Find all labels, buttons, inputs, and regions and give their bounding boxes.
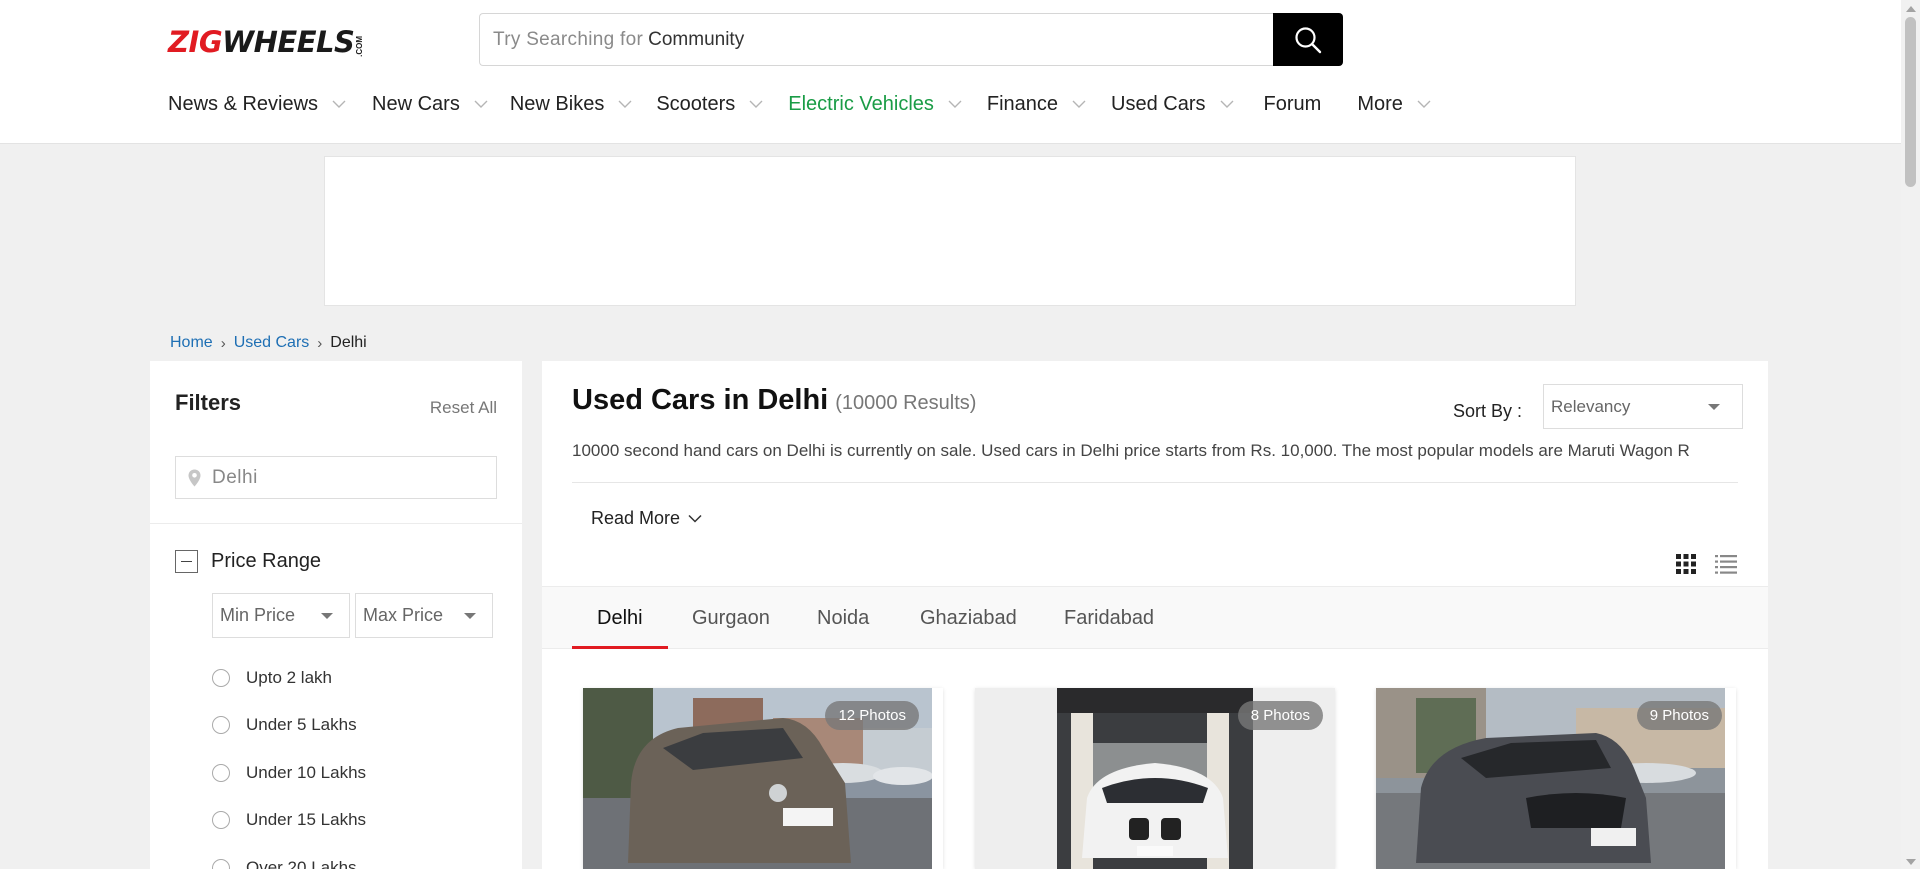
radio-icon xyxy=(212,668,230,687)
sort-select[interactable]: Relevancy xyxy=(1543,384,1743,429)
description-divider xyxy=(572,482,1738,483)
nav-new-bikes[interactable]: New Bikes xyxy=(510,93,632,116)
site-header: ZIGWHEELS .COM Try Searching for Communi… xyxy=(0,0,1901,144)
ad-banner xyxy=(324,156,1576,306)
nav-scooters[interactable]: Scooters xyxy=(656,93,763,116)
active-tab-indicator xyxy=(572,646,668,649)
location-input[interactable]: Delhi xyxy=(175,456,497,499)
price-option-radio[interactable]: Over 20 Lakhs xyxy=(212,844,366,869)
price-range-label: Price Range xyxy=(211,550,322,572)
breadcrumb: Home › Used Cars › Delhi xyxy=(170,334,367,352)
car-card[interactable]: 9 Photos xyxy=(1376,688,1736,869)
grid-view-icon[interactable] xyxy=(1675,553,1697,580)
price-option-radio[interactable]: Under 5 Lakhs xyxy=(212,702,366,750)
nav-new-cars[interactable]: New Cars xyxy=(372,93,488,116)
logo-suffix: .COM xyxy=(355,36,365,57)
caret-down-icon xyxy=(1708,403,1720,410)
scrollbar-thumb[interactable] xyxy=(1905,17,1916,187)
zigwheels-logo[interactable]: ZIGWHEELS .COM xyxy=(168,27,364,57)
logo-wordmark: ZIGWHEELS xyxy=(168,25,355,59)
nav-finance[interactable]: Finance xyxy=(987,93,1086,116)
price-options: Upto 2 lakh Under 5 Lakhs Under 10 Lakhs… xyxy=(212,654,366,869)
price-option-radio[interactable]: Under 10 Lakhs xyxy=(212,749,366,797)
search-placeholder-term: Community xyxy=(648,28,745,50)
page-title: Used Cars in Delhi (10000 Results) xyxy=(572,384,976,417)
chevron-down-icon xyxy=(618,100,632,108)
chevron-down-icon xyxy=(688,514,702,523)
page-scrollbar[interactable] xyxy=(1901,0,1920,869)
chevron-down-icon xyxy=(749,100,763,108)
sidebar-divider xyxy=(150,523,522,524)
search-button[interactable] xyxy=(1273,13,1343,66)
caret-down-icon xyxy=(321,612,333,619)
list-view-icon[interactable] xyxy=(1714,553,1738,580)
price-option-radio[interactable]: Upto 2 lakh xyxy=(212,654,366,702)
price-option-radio[interactable]: Under 15 Lakhs xyxy=(212,797,366,845)
tab-ghaziabad[interactable]: Ghaziabad xyxy=(920,587,1017,649)
chevron-down-icon xyxy=(1220,100,1234,108)
tab-delhi[interactable]: Delhi xyxy=(597,587,643,649)
price-range-toggle[interactable]: Price Range xyxy=(175,550,321,573)
chevron-down-icon xyxy=(1072,100,1086,108)
nav-used-cars[interactable]: Used Cars xyxy=(1111,93,1234,116)
price-selects: Min Price Max Price xyxy=(212,593,493,638)
breadcrumb-current: Delhi xyxy=(330,334,367,351)
scroll-down-arrow-icon[interactable] xyxy=(1906,859,1916,865)
collapse-minus-icon xyxy=(175,550,198,573)
city-tabs: Delhi Gurgaon Noida Ghaziabad Faridabad xyxy=(542,586,1768,649)
result-count: (10000 Results) xyxy=(835,392,977,414)
min-price-select[interactable]: Min Price xyxy=(212,593,350,638)
page-heading: Used Cars in Delhi xyxy=(572,384,829,416)
tab-noida[interactable]: Noida xyxy=(817,587,869,649)
nav-forum[interactable]: Forum xyxy=(1264,93,1322,116)
sort-label: Sort By : xyxy=(1453,401,1523,421)
breadcrumb-separator-icon: › xyxy=(317,334,323,352)
radio-icon xyxy=(212,811,230,830)
nav-more[interactable]: More xyxy=(1357,93,1431,116)
read-more-link[interactable]: Read More xyxy=(591,508,702,529)
filters-sidebar: Filters Reset All Delhi Price Range Min … xyxy=(150,361,522,869)
breadcrumb-separator-icon: › xyxy=(220,334,226,352)
nav-electric-vehicles[interactable]: Electric Vehicles xyxy=(788,93,962,116)
scroll-up-arrow-icon[interactable] xyxy=(1906,6,1916,12)
radio-icon xyxy=(212,716,230,735)
breadcrumb-home[interactable]: Home xyxy=(170,334,213,352)
search-icon xyxy=(1295,26,1322,53)
listing-description: 10000 second hand cars on Delhi is curre… xyxy=(572,441,1690,460)
photo-count-badge: 8 Photos xyxy=(1237,701,1323,730)
search-placeholder-prefix: Try Searching for xyxy=(493,28,644,50)
radio-icon xyxy=(212,763,230,782)
chevron-down-icon xyxy=(948,100,962,108)
chevron-down-icon xyxy=(1417,100,1431,108)
main-nav: News & Reviews New Cars New Bikes Scoote… xyxy=(168,88,1455,120)
nav-news-reviews[interactable]: News & Reviews xyxy=(168,93,346,116)
filters-title: Filters xyxy=(175,390,242,415)
car-card[interactable]: 12 Photos xyxy=(583,688,943,869)
car-card[interactable]: 8 Photos xyxy=(975,688,1335,869)
caret-down-icon xyxy=(464,612,476,619)
radio-icon xyxy=(212,858,230,869)
reset-all-link[interactable]: Reset All xyxy=(430,398,497,418)
breadcrumb-used-cars[interactable]: Used Cars xyxy=(234,334,310,352)
listing-panel: Used Cars in Delhi (10000 Results) Sort … xyxy=(542,361,1768,869)
chevron-down-icon xyxy=(474,100,488,108)
chevron-down-icon xyxy=(332,100,346,108)
photo-count-badge: 12 Photos xyxy=(825,701,919,730)
search-bar: Try Searching for Community xyxy=(479,13,1343,66)
tab-faridabad[interactable]: Faridabad xyxy=(1064,587,1154,649)
location-value: Delhi xyxy=(212,466,258,488)
photo-count-badge: 9 Photos xyxy=(1636,701,1722,730)
car-image[interactable] xyxy=(1057,688,1253,869)
search-input[interactable]: Try Searching for Community xyxy=(479,13,1273,66)
tab-gurgaon[interactable]: Gurgaon xyxy=(692,587,770,649)
location-pin-icon xyxy=(188,469,201,487)
max-price-select[interactable]: Max Price xyxy=(355,593,493,638)
